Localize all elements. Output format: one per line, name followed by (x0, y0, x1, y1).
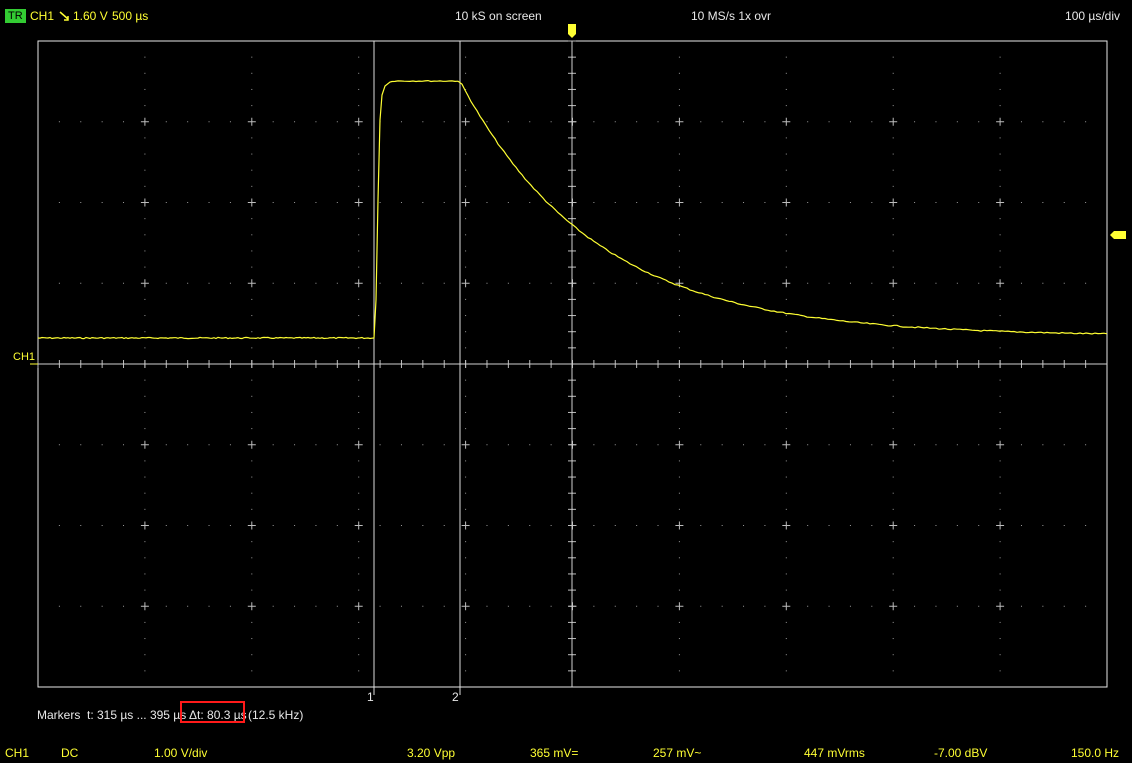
scope-screen[interactable] (0, 0, 1132, 700)
markers-frequency: (12.5 kHz) (248, 708, 304, 722)
footer-vpp: 3.20 Vpp (407, 746, 456, 760)
ch1-label[interactable]: CH1 (13, 351, 35, 363)
trigger-position-marker[interactable] (568, 24, 576, 38)
footer-rms: 447 mVrms (804, 746, 865, 760)
graticule-grid (37, 40, 1087, 672)
footer-ac: 257 mV~ (653, 746, 702, 760)
footer-mean: 365 mV= (530, 746, 579, 760)
footer-dbv: -7.00 dBV (934, 746, 988, 760)
markers-label: Markers (37, 708, 81, 722)
marker-1-label[interactable]: 1 (367, 690, 374, 704)
marker-2-label[interactable]: 2 (452, 690, 459, 704)
footer-freq: 150.0 Hz (1070, 746, 1119, 760)
markers-range: t: 315 µs ... 395 µs (87, 708, 187, 722)
footer-coupling[interactable]: DC (61, 746, 78, 760)
trigger-level-marker[interactable] (1110, 231, 1126, 239)
delta-highlight-box (180, 701, 245, 723)
footer-channel[interactable]: CH1 (5, 746, 29, 760)
footer-vdiv[interactable]: 1.00 V/div (154, 746, 207, 760)
